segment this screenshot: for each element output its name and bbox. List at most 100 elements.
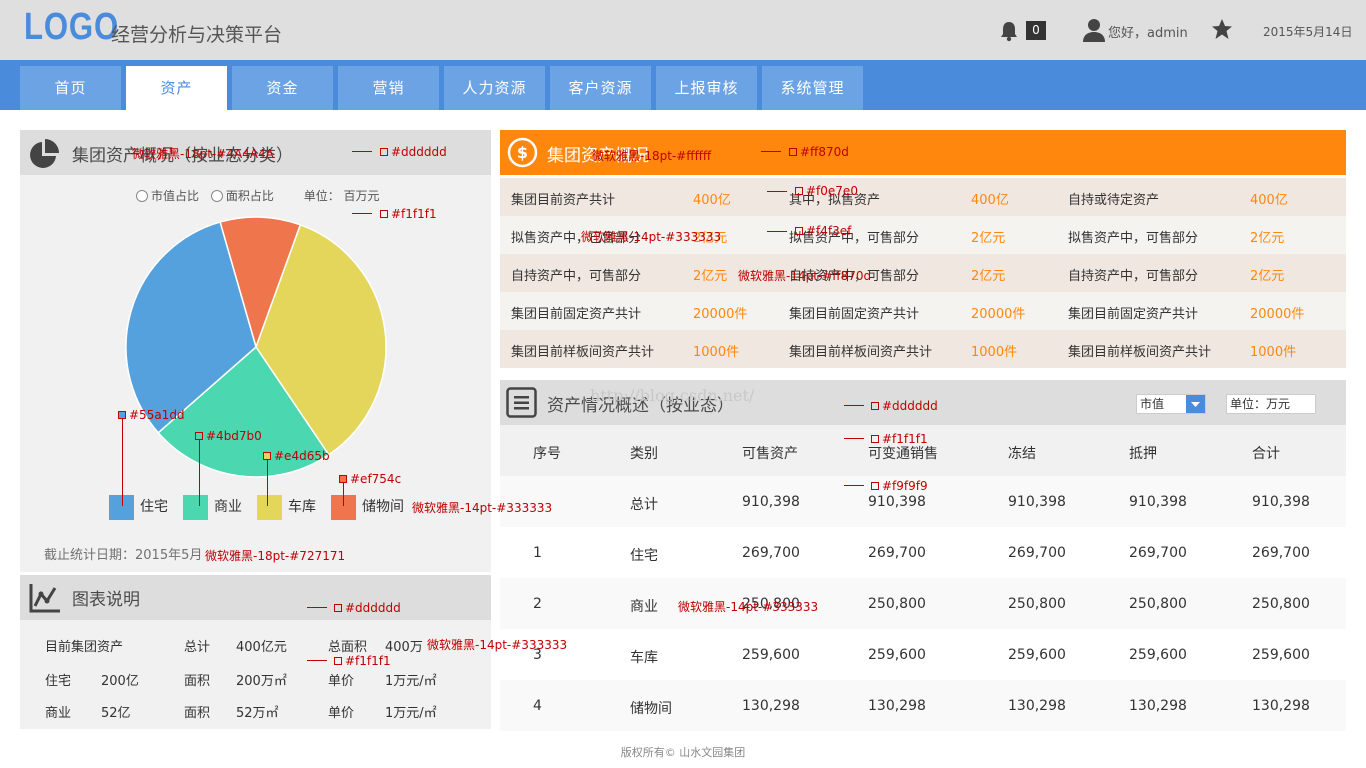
- legend-label: 住宅: [140, 499, 168, 515]
- annotation-text: #f0e7e0: [806, 184, 858, 198]
- user-greeting[interactable]: 您好，admin: [1108, 22, 1188, 41]
- table-row[interactable]: 2 商业 250,800 250,800 250,800 250,800 250,800: [500, 578, 1346, 629]
- overview-label: 自持资产中，可售部分: [511, 269, 642, 284]
- annotation: 微软雅黑-14pt-#333333: [412, 501, 553, 515]
- annotation: #ff870d: [789, 145, 849, 159]
- note-cell: 单价: [328, 674, 355, 689]
- annotation: #e4d65b: [263, 449, 330, 463]
- tab-report-review[interactable]: 上报审核: [656, 66, 757, 110]
- annotation-swatch: [263, 452, 271, 460]
- overview-label: 集团目前资产共计: [511, 193, 616, 208]
- table-cell: 910,398: [742, 494, 800, 510]
- table-cell: 130,298: [742, 698, 800, 714]
- column-header[interactable]: 冻结: [1008, 443, 1036, 463]
- watermark: http://blog.csdn.net/: [590, 386, 755, 405]
- annotation: #dddddd: [871, 399, 938, 413]
- select-value: 市值: [1140, 397, 1165, 411]
- logo[interactable]: LOGO: [24, 6, 119, 49]
- tab-home[interactable]: 首页: [20, 66, 121, 110]
- annotation-line: [352, 151, 372, 152]
- list-icon: [506, 387, 537, 422]
- tab-system[interactable]: 系统管理: [762, 66, 863, 110]
- column-header[interactable]: 合计: [1252, 443, 1280, 463]
- annotation-line: [267, 460, 268, 506]
- annotation: #f0e7e0: [795, 184, 858, 198]
- overview-label: 集团目前样板间资产共计: [789, 345, 933, 360]
- chevron-down-icon[interactable]: [1186, 395, 1205, 413]
- column-header[interactable]: 抵押: [1129, 443, 1157, 463]
- star-icon[interactable]: [1211, 18, 1233, 44]
- overview-value: 400亿: [971, 193, 1009, 208]
- table-cell: 259,600: [742, 647, 800, 663]
- value-type-select[interactable]: 市值: [1136, 394, 1206, 414]
- annotation: #4bd7b0: [195, 429, 262, 443]
- annotation-line: [761, 151, 781, 152]
- annotation-swatch: [380, 148, 388, 156]
- annotation: #f1f1f1: [871, 432, 928, 446]
- overview-value: 20000件: [1250, 307, 1305, 322]
- table-cell: 910,398: [1008, 494, 1066, 510]
- annotation-text: #dddddd: [391, 145, 447, 159]
- overview-value: 400亿: [1250, 193, 1288, 208]
- annotation-swatch: [380, 210, 388, 218]
- legend-label: 商业: [214, 499, 242, 515]
- column-header[interactable]: 序号: [533, 443, 561, 463]
- table-row[interactable]: 1 住宅 269,700 269,700 269,700 269,700 269,700: [500, 527, 1346, 578]
- bell-icon[interactable]: [998, 20, 1020, 46]
- notification-count[interactable]: 0: [1026, 21, 1046, 40]
- current-date: 2015年5月14日: [1263, 25, 1353, 39]
- tab-hr[interactable]: 人力资源: [444, 66, 545, 110]
- tab-funds[interactable]: 资金: [232, 66, 333, 110]
- annotation: #f1f1f1: [334, 654, 391, 668]
- column-header[interactable]: 类别: [630, 443, 658, 463]
- legend-swatch: [257, 494, 282, 520]
- annotation: 微软雅黑-14pt-#333333: [427, 638, 568, 652]
- overview-label: 自持资产中，可售部分: [1068, 269, 1199, 284]
- overview-value: 2亿元: [971, 269, 1006, 284]
- table-cell: 130,298: [1008, 698, 1066, 714]
- overview-value: 400亿: [693, 193, 731, 208]
- column-header[interactable]: 可变通销售: [868, 443, 938, 463]
- note-cell: 400万: [385, 640, 423, 655]
- table-cell: 车库: [630, 650, 658, 666]
- table-cell: 250,800: [1008, 596, 1066, 612]
- note-cell: 52亿: [101, 706, 131, 721]
- overview-label: 拟售资产中，可售部分: [1068, 231, 1199, 246]
- annotation: #dddddd: [334, 601, 401, 615]
- tab-marketing[interactable]: 营销: [338, 66, 439, 110]
- note-cell: 1万元/㎡: [385, 706, 437, 721]
- top-header: LOGO 经营分析与决策平台 0 您好，admin 2015年5月14日: [0, 0, 1366, 60]
- annotation-text: #4bd7b0: [206, 429, 262, 443]
- overview-value: 2亿元: [693, 269, 728, 284]
- table-cell: 269,700: [1252, 545, 1310, 561]
- column-header[interactable]: 可售资产: [742, 443, 798, 463]
- table-cell: 4: [533, 698, 542, 714]
- annotation: #ef754c: [339, 472, 401, 486]
- overview-label: 集团目前固定资产共计: [1068, 307, 1199, 322]
- table-cell: 259,600: [1252, 647, 1310, 663]
- table-row[interactable]: 3 车库 259,600 259,600 259,600 259,600 259,600: [500, 629, 1346, 680]
- footer-copyright: 版权所有© 山水文园集团: [620, 746, 746, 759]
- annotation-swatch: [871, 402, 879, 410]
- table-cell: 总计: [630, 497, 658, 513]
- overview-value: 2亿元: [1250, 231, 1285, 246]
- app-title: 经营分析与决策平台: [111, 24, 283, 46]
- user-icon[interactable]: [1083, 18, 1105, 46]
- table-row[interactable]: 4 储物间 130,298 130,298 130,298 130,298 130,298: [500, 680, 1346, 731]
- annotation-line: [122, 418, 123, 506]
- annotation-line: [307, 607, 327, 608]
- table-cell: 910,398: [1129, 494, 1187, 510]
- overview-row: 集团目前固定资产共计 20000件 集团目前固定资产共计 20000件 集团目前固定资产…: [500, 292, 1346, 330]
- annotation-swatch: [871, 482, 879, 490]
- overview-value: 20000件: [693, 307, 748, 322]
- overview-label: 自持或待定资产: [1068, 193, 1160, 208]
- legend-garage: 车库: [257, 494, 316, 520]
- overview-value: 1000件: [1250, 345, 1297, 360]
- overview-value: 2亿元: [1250, 269, 1285, 284]
- overview-row: 自持资产中，可售部分 2亿元 自持资产中，可售部分 2亿元 自持资产中，可售部分 2亿元: [500, 254, 1346, 292]
- note-cell: 目前集团资产: [45, 640, 124, 655]
- note-cell: 面积: [184, 706, 211, 721]
- tab-customers[interactable]: 客户资源: [550, 66, 651, 110]
- note-cell: 商业: [45, 706, 72, 721]
- tab-assets[interactable]: 资产: [126, 66, 227, 110]
